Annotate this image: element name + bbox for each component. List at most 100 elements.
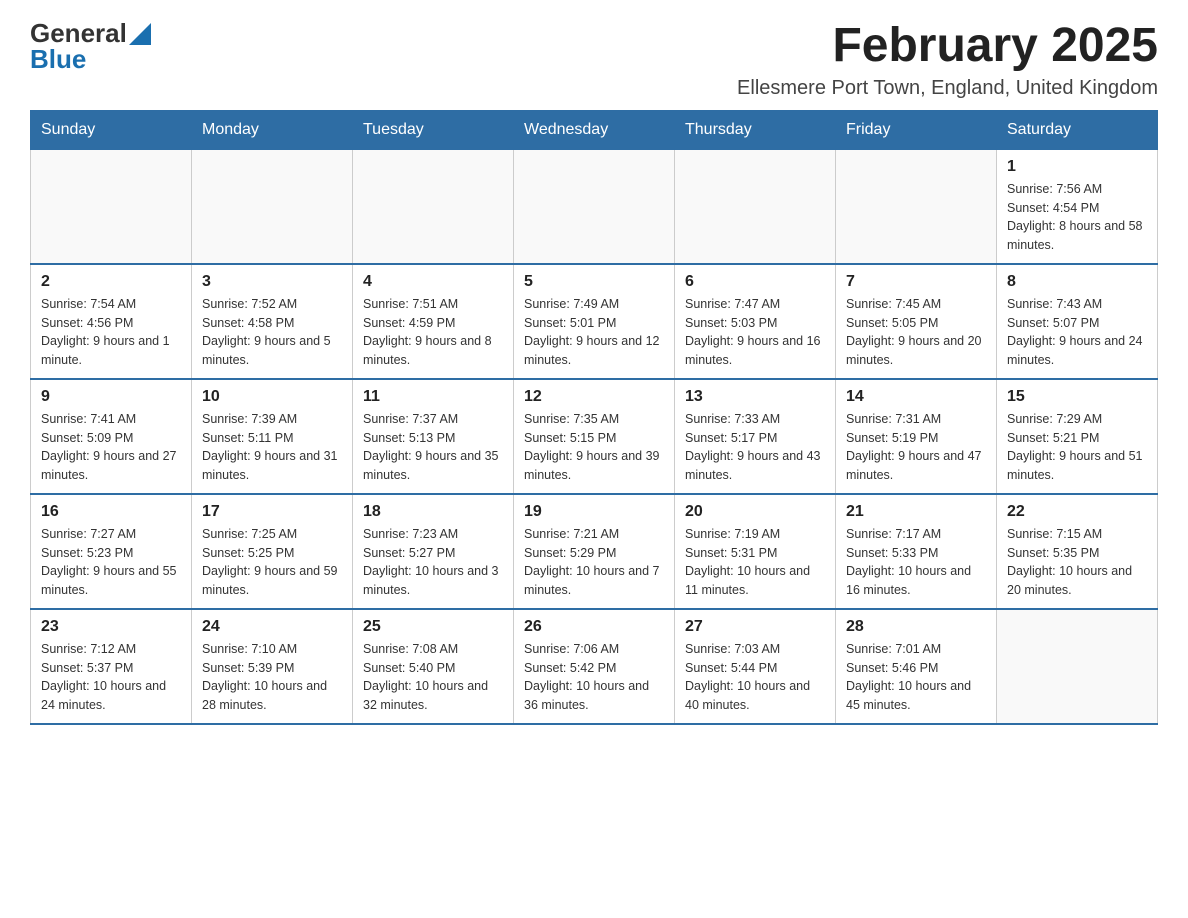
calendar-header: SundayMondayTuesdayWednesdayThursdayFrid… <box>31 110 1158 149</box>
day-number: 17 <box>202 503 342 521</box>
calendar-cell: 14 Sunrise: 7:31 AMSunset: 5:19 PMDayligh… <box>836 379 997 494</box>
calendar-cell: 22 Sunrise: 7:15 AMSunset: 5:35 PMDayligh… <box>997 494 1158 609</box>
calendar-cell: 7 Sunrise: 7:45 AMSunset: 5:05 PMDaylight… <box>836 264 997 379</box>
calendar-cell: 21Sunrise: 7:17 AMSunset: 5:33 PMDayligh… <box>836 494 997 609</box>
day-info: Sunrise: 7:23 AMSunset: 5:27 PMDaylight:… <box>363 525 503 600</box>
day-number: 21 <box>846 503 986 521</box>
day-info: Sunrise: 7:27 AMSunset: 5:23 PMDaylight:… <box>41 525 181 600</box>
day-number: 11 <box>363 388 503 406</box>
day-number: 19 <box>524 503 664 521</box>
calendar-cell: 12Sunrise: 7:35 AMSunset: 5:15 PMDayligh… <box>514 379 675 494</box>
weekday-header-friday: Friday <box>836 110 997 149</box>
calendar-cell: 27Sunrise: 7:03 AMSunset: 5:44 PMDayligh… <box>675 609 836 724</box>
calendar-cell: 18 Sunrise: 7:23 AMSunset: 5:27 PMDayligh… <box>353 494 514 609</box>
calendar-cell: 15 Sunrise: 7:29 AMSunset: 5:21 PMDayligh… <box>997 379 1158 494</box>
day-number: 7 <box>846 273 986 291</box>
day-number: 9 <box>41 388 181 406</box>
day-number: 6 <box>685 273 825 291</box>
day-info: Sunrise: 7:52 AMSunset: 4:58 PMDaylight:… <box>202 295 342 370</box>
calendar-cell: 5 Sunrise: 7:49 AMSunset: 5:01 PMDaylight… <box>514 264 675 379</box>
logo-blue: Blue <box>30 46 151 72</box>
day-info: Sunrise: 7:49 AMSunset: 5:01 PMDaylight:… <box>524 295 664 370</box>
day-number: 10 <box>202 388 342 406</box>
calendar-cell: 10 Sunrise: 7:39 AMSunset: 5:11 PMDayligh… <box>192 379 353 494</box>
calendar-week-row: 9Sunrise: 7:41 AMSunset: 5:09 PMDaylight… <box>31 379 1158 494</box>
logo: General Blue <box>30 20 151 72</box>
calendar-cell: 3 Sunrise: 7:52 AMSunset: 4:58 PMDaylight… <box>192 264 353 379</box>
weekday-header-monday: Monday <box>192 110 353 149</box>
day-number: 20 <box>685 503 825 521</box>
day-info: Sunrise: 7:56 AMSunset: 4:54 PMDaylight:… <box>1007 180 1147 255</box>
calendar-cell <box>192 149 353 264</box>
calendar-cell: 11 Sunrise: 7:37 AMSunset: 5:13 PMDayligh… <box>353 379 514 494</box>
day-info: Sunrise: 7:33 AMSunset: 5:17 PMDaylight:… <box>685 410 825 485</box>
day-number: 14 <box>846 388 986 406</box>
day-info: Sunrise: 7:25 AMSunset: 5:25 PMDaylight:… <box>202 525 342 600</box>
calendar-body: 1 Sunrise: 7:56 AMSunset: 4:54 PMDaylight… <box>31 149 1158 724</box>
calendar-week-row: 1 Sunrise: 7:56 AMSunset: 4:54 PMDaylight… <box>31 149 1158 264</box>
day-number: 13 <box>685 388 825 406</box>
weekday-header-sunday: Sunday <box>31 110 192 149</box>
day-info: Sunrise: 7:39 AMSunset: 5:11 PMDaylight:… <box>202 410 342 485</box>
day-info: Sunrise: 7:43 AMSunset: 5:07 PMDaylight:… <box>1007 295 1147 370</box>
calendar-cell: 17 Sunrise: 7:25 AMSunset: 5:25 PMDayligh… <box>192 494 353 609</box>
day-info: Sunrise: 7:45 AMSunset: 5:05 PMDaylight:… <box>846 295 986 370</box>
day-info: Sunrise: 7:01 AMSunset: 5:46 PMDaylight:… <box>846 640 986 715</box>
day-info: Sunrise: 7:08 AMSunset: 5:40 PMDaylight:… <box>363 640 503 715</box>
day-info: Sunrise: 7:51 AMSunset: 4:59 PMDaylight:… <box>363 295 503 370</box>
calendar-table: SundayMondayTuesdayWednesdayThursdayFrid… <box>30 110 1158 725</box>
page-header: General Blue February 2025 Ellesmere Por… <box>30 20 1158 100</box>
logo-triangle-icon <box>129 23 151 45</box>
weekday-header-saturday: Saturday <box>997 110 1158 149</box>
calendar-cell: 8 Sunrise: 7:43 AMSunset: 5:07 PMDaylight… <box>997 264 1158 379</box>
day-number: 16 <box>41 503 181 521</box>
calendar-cell <box>353 149 514 264</box>
day-number: 26 <box>524 618 664 636</box>
calendar-cell <box>31 149 192 264</box>
calendar-cell: 26Sunrise: 7:06 AMSunset: 5:42 PMDayligh… <box>514 609 675 724</box>
day-number: 18 <box>363 503 503 521</box>
calendar-cell: 2 Sunrise: 7:54 AMSunset: 4:56 PMDaylight… <box>31 264 192 379</box>
weekday-header-wednesday: Wednesday <box>514 110 675 149</box>
calendar-cell <box>836 149 997 264</box>
day-number: 3 <box>202 273 342 291</box>
day-info: Sunrise: 7:47 AMSunset: 5:03 PMDaylight:… <box>685 295 825 370</box>
day-info: Sunrise: 7:21 AMSunset: 5:29 PMDaylight:… <box>524 525 664 600</box>
day-info: Sunrise: 7:31 AMSunset: 5:19 PMDaylight:… <box>846 410 986 485</box>
calendar-cell: 9Sunrise: 7:41 AMSunset: 5:09 PMDaylight… <box>31 379 192 494</box>
day-info: Sunrise: 7:37 AMSunset: 5:13 PMDaylight:… <box>363 410 503 485</box>
month-title: February 2025 <box>737 20 1158 73</box>
calendar-cell: 28 Sunrise: 7:01 AMSunset: 5:46 PMDayligh… <box>836 609 997 724</box>
calendar-cell: 19 Sunrise: 7:21 AMSunset: 5:29 PMDayligh… <box>514 494 675 609</box>
weekday-header-thursday: Thursday <box>675 110 836 149</box>
calendar-cell: 25 Sunrise: 7:08 AMSunset: 5:40 PMDayligh… <box>353 609 514 724</box>
calendar-cell <box>997 609 1158 724</box>
day-info: Sunrise: 7:12 AMSunset: 5:37 PMDaylight:… <box>41 640 181 715</box>
calendar-cell <box>514 149 675 264</box>
logo-general: General <box>30 20 127 46</box>
weekday-header-tuesday: Tuesday <box>353 110 514 149</box>
day-info: Sunrise: 7:29 AMSunset: 5:21 PMDaylight:… <box>1007 410 1147 485</box>
day-info: Sunrise: 7:19 AMSunset: 5:31 PMDaylight:… <box>685 525 825 600</box>
day-number: 5 <box>524 273 664 291</box>
calendar-cell: 16 Sunrise: 7:27 AMSunset: 5:23 PMDayligh… <box>31 494 192 609</box>
day-number: 25 <box>363 618 503 636</box>
day-number: 8 <box>1007 273 1147 291</box>
day-info: Sunrise: 7:10 AMSunset: 5:39 PMDaylight:… <box>202 640 342 715</box>
day-number: 22 <box>1007 503 1147 521</box>
day-info: Sunrise: 7:54 AMSunset: 4:56 PMDaylight:… <box>41 295 181 370</box>
title-block: February 2025 Ellesmere Port Town, Engla… <box>737 20 1158 100</box>
day-number: 28 <box>846 618 986 636</box>
calendar-week-row: 2 Sunrise: 7:54 AMSunset: 4:56 PMDaylight… <box>31 264 1158 379</box>
calendar-week-row: 16 Sunrise: 7:27 AMSunset: 5:23 PMDayligh… <box>31 494 1158 609</box>
calendar-cell: 4Sunrise: 7:51 AMSunset: 4:59 PMDaylight… <box>353 264 514 379</box>
day-number: 1 <box>1007 158 1147 176</box>
day-info: Sunrise: 7:15 AMSunset: 5:35 PMDaylight:… <box>1007 525 1147 600</box>
day-number: 15 <box>1007 388 1147 406</box>
calendar-cell <box>675 149 836 264</box>
calendar-week-row: 23 Sunrise: 7:12 AMSunset: 5:37 PMDayligh… <box>31 609 1158 724</box>
calendar-cell: 24Sunrise: 7:10 AMSunset: 5:39 PMDayligh… <box>192 609 353 724</box>
day-number: 23 <box>41 618 181 636</box>
day-number: 2 <box>41 273 181 291</box>
day-number: 27 <box>685 618 825 636</box>
